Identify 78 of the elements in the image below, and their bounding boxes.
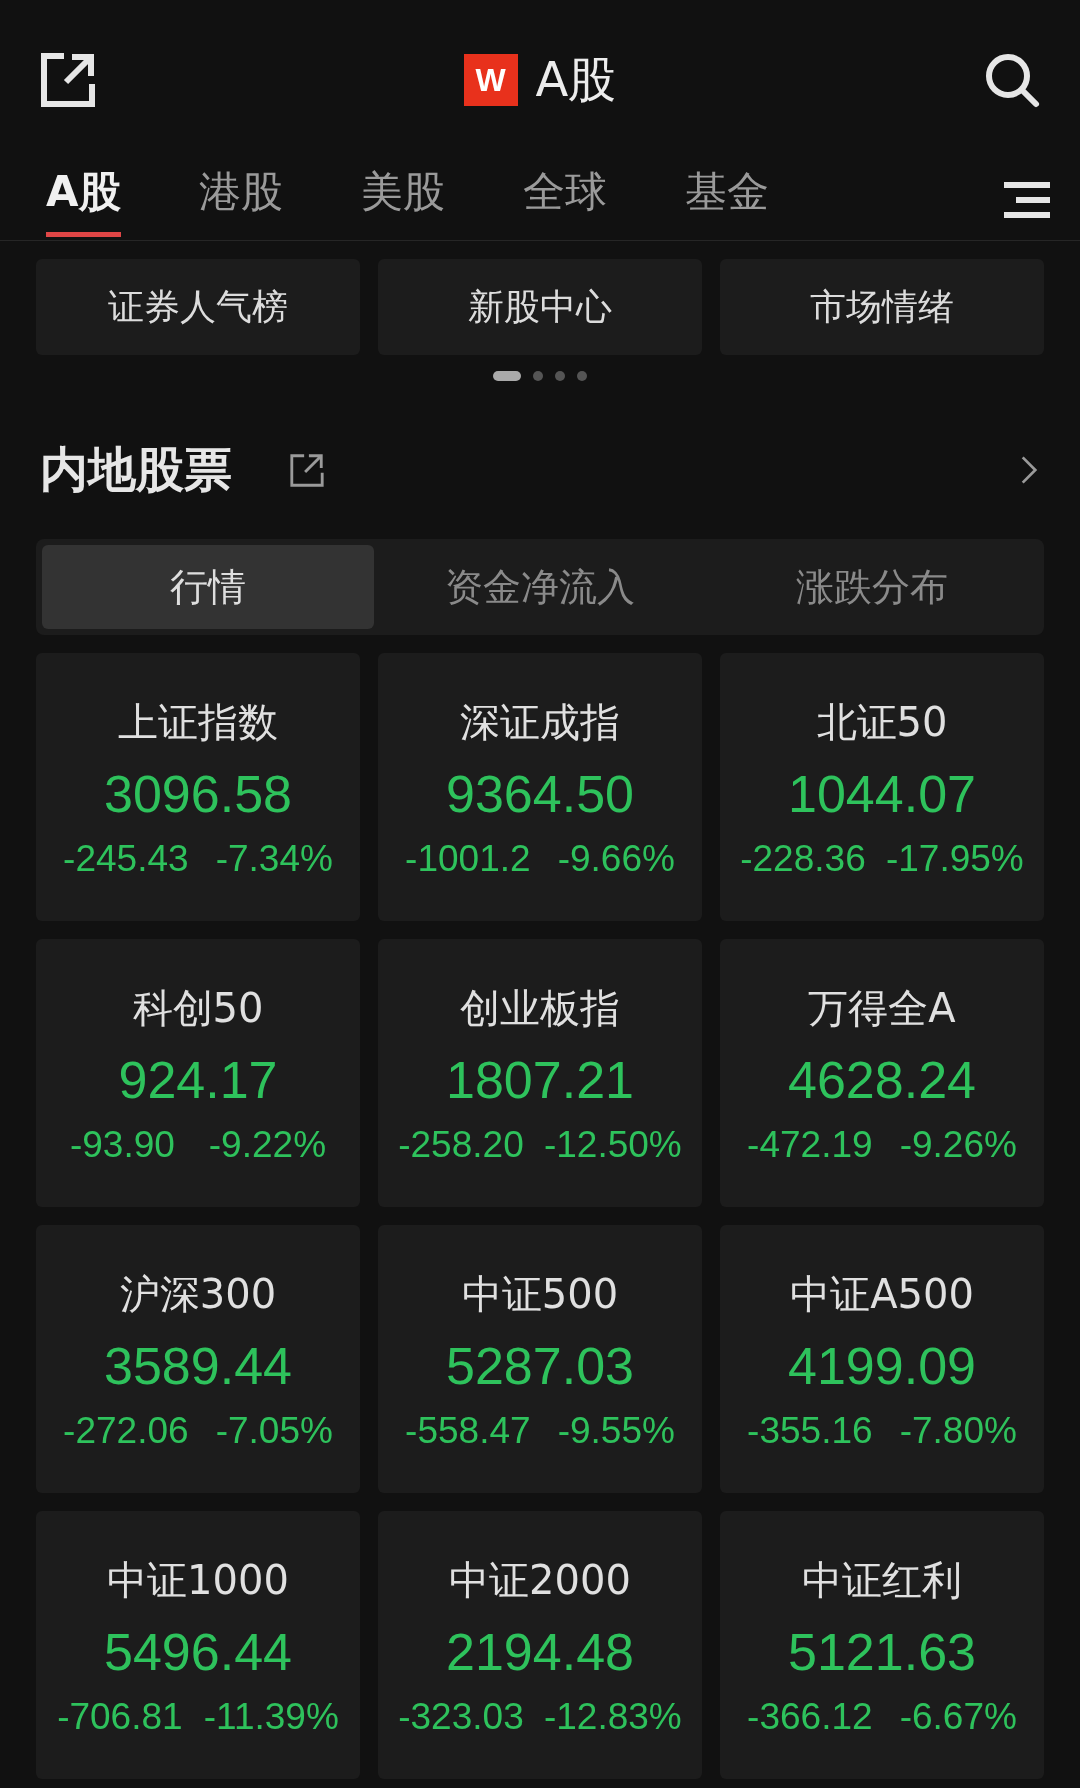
share-icon[interactable] (288, 451, 326, 489)
index-change: -1001.2 (405, 837, 531, 880)
segment-tab[interactable]: 行情 (42, 545, 374, 629)
index-change: -706.81 (57, 1695, 183, 1738)
index-card[interactable]: 中证红利 5121.63 -366.12 -6.67% (720, 1511, 1044, 1779)
index-name: 沪深300 (119, 1269, 277, 1319)
index-percent: -9.26% (899, 1123, 1017, 1166)
index-percent: -12.50% (543, 1123, 682, 1166)
index-name: 北证50 (816, 697, 948, 747)
index-value: 5121.63 (788, 1621, 976, 1682)
page-title: A股 (535, 50, 617, 109)
index-percent: -9.66% (557, 837, 675, 880)
index-name: 中证2000 (449, 1555, 631, 1605)
index-card[interactable]: 深证成指 9364.50 -1001.2 -9.66% (378, 653, 702, 921)
index-name: 上证指数 (118, 697, 278, 747)
index-value: 2194.48 (446, 1621, 634, 1682)
market-tab[interactable]: A股 (46, 163, 121, 237)
index-value: 3096.58 (104, 763, 292, 824)
index-name: 中证A500 (790, 1269, 974, 1319)
segment-tab[interactable]: 资金净流入 (374, 545, 706, 629)
index-percent: -9.55% (557, 1409, 675, 1452)
index-name: 科创50 (132, 983, 264, 1033)
index-change: -558.47 (405, 1409, 531, 1452)
shortcut-button[interactable]: 证券人气榜 (36, 259, 360, 355)
index-name: 中证500 (461, 1269, 619, 1319)
index-change: -323.03 (398, 1695, 524, 1738)
market-tab[interactable]: 全球 (522, 163, 607, 237)
section-title: 内地股票 (40, 440, 232, 499)
index-card[interactable]: 万得全A 4628.24 -472.19 -9.26% (720, 939, 1044, 1207)
index-name: 深证成指 (460, 697, 620, 747)
index-percent: -12.83% (543, 1695, 682, 1738)
index-card[interactable]: 中证1000 5496.44 -706.81 -11.39% (36, 1511, 360, 1779)
index-value: 4199.09 (788, 1335, 976, 1396)
index-change: -272.06 (63, 1409, 189, 1452)
index-change: -366.12 (747, 1695, 873, 1738)
index-value: 5496.44 (104, 1621, 292, 1682)
index-value: 5287.03 (446, 1335, 634, 1396)
shortcut-button[interactable]: 新股中心 (378, 259, 702, 355)
index-percent: -9.22% (208, 1123, 327, 1166)
index-card[interactable]: 中证A500 4199.09 -355.16 -7.80% (720, 1225, 1044, 1493)
index-card[interactable]: 中证2000 2194.48 -323.03 -12.83% (378, 1511, 702, 1779)
index-change: -245.43 (63, 837, 189, 880)
index-percent: -7.80% (899, 1409, 1017, 1452)
index-percent: -11.39% (203, 1695, 339, 1738)
market-tab[interactable]: 港股 (198, 163, 283, 237)
index-percent: -7.05% (215, 1409, 333, 1452)
market-tab[interactable]: 基金 (684, 163, 769, 237)
index-change: -258.20 (398, 1123, 524, 1166)
index-name: 万得全A (808, 983, 956, 1033)
index-percent: -7.34% (215, 837, 333, 880)
index-name: 中证红利 (802, 1555, 962, 1605)
index-change: -472.19 (747, 1123, 873, 1166)
index-change: -355.16 (747, 1409, 873, 1452)
index-card[interactable]: 中证500 5287.03 -558.47 -9.55% (378, 1225, 702, 1493)
market-tab[interactable]: 美股 (360, 163, 445, 237)
index-percent: -17.95% (885, 837, 1024, 880)
index-card[interactable]: 北证50 1044.07 -228.36 -17.95% (720, 653, 1044, 921)
segment-tab[interactable]: 涨跌分布 (706, 545, 1038, 629)
index-value: 9364.50 (446, 763, 634, 824)
index-change: -93.90 (69, 1123, 175, 1166)
index-card[interactable]: 沪深300 3589.44 -272.06 -7.05% (36, 1225, 360, 1493)
index-value: 1044.07 (788, 763, 976, 824)
index-value: 4628.24 (788, 1049, 976, 1110)
index-value: 924.17 (118, 1049, 278, 1110)
index-name: 中证1000 (107, 1555, 289, 1605)
index-value: 1807.21 (446, 1049, 634, 1110)
index-change: -228.36 (740, 837, 866, 880)
share-icon[interactable] (38, 50, 98, 110)
shortcut-button[interactable]: 市场情绪 (720, 259, 1044, 355)
index-card[interactable]: 创业板指 1807.21 -258.20 -12.50% (378, 939, 702, 1207)
chevron-right-icon[interactable] (1020, 454, 1038, 486)
logo: W (463, 54, 518, 106)
index-percent: -6.67% (899, 1695, 1017, 1738)
index-card[interactable]: 上证指数 3096.58 -245.43 -7.34% (36, 653, 360, 921)
menu-icon[interactable] (1004, 181, 1050, 219)
index-name: 创业板指 (460, 983, 620, 1033)
index-value: 3589.44 (104, 1335, 292, 1396)
index-card[interactable]: 科创50 924.17 -93.90 -9.22% (36, 939, 360, 1207)
